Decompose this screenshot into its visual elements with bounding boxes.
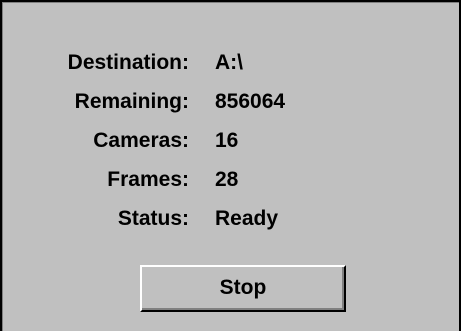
cameras-value: 16 — [215, 129, 239, 152]
remaining-value: 856064 — [215, 90, 286, 113]
destination-label: Destination: — [67, 51, 189, 74]
cameras-row: Cameras: 16 — [2, 124, 442, 158]
status-label: Status: — [117, 207, 189, 230]
destination-row: Destination: A:\ — [2, 46, 442, 80]
status-row: Status: Ready — [2, 202, 442, 236]
destination-value: A:\ — [215, 51, 243, 74]
cameras-label: Cameras: — [93, 129, 189, 152]
status-dialog: Destination: A:\ Remaining: 856064 Camer… — [0, 0, 461, 331]
frames-row: Frames: 28 — [2, 163, 442, 197]
remaining-row: Remaining: 856064 — [2, 85, 442, 119]
frames-value: 28 — [215, 168, 239, 191]
stop-button[interactable]: Stop — [140, 265, 346, 312]
status-value: Ready — [215, 207, 279, 230]
remaining-label: Remaining: — [74, 90, 189, 113]
frames-label: Frames: — [107, 168, 189, 191]
